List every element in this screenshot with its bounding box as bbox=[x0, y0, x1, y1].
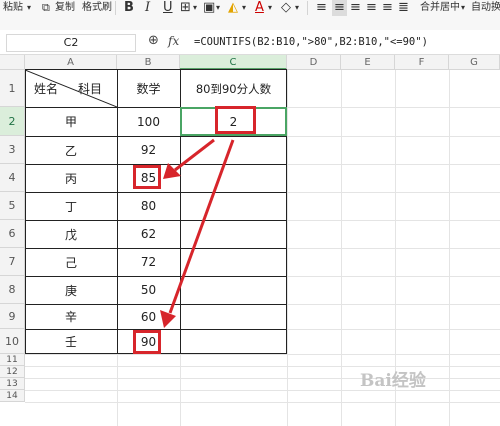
align-bottom-icon[interactable]: ≡ bbox=[350, 0, 361, 16]
font-color-icon[interactable]: A bbox=[255, 0, 264, 16]
toolbar-divider bbox=[115, 1, 116, 15]
border-icon[interactable]: ⊞ bbox=[180, 0, 191, 16]
zoom-icon[interactable]: ⊕ bbox=[148, 33, 159, 48]
chevron-down-icon[interactable]: ▾ bbox=[193, 0, 197, 16]
chevron-down-icon[interactable]: ▾ bbox=[242, 0, 246, 16]
chevron-down-icon[interactable]: ▾ bbox=[27, 0, 31, 16]
distribute-icon[interactable]: ≣ bbox=[398, 0, 409, 16]
auto-wrap-button[interactable]: 自动换 bbox=[471, 0, 500, 16]
chevron-down-icon[interactable]: ▾ bbox=[268, 0, 272, 16]
copy-icon[interactable]: ⧉ bbox=[42, 0, 50, 16]
cell-style-icon[interactable]: ▣ bbox=[203, 0, 215, 16]
align-center-icon[interactable]: ≡ bbox=[366, 0, 377, 16]
formula-input[interactable]: =COUNTIFS(B2:B10,">80",B2:B10,"<=90") bbox=[194, 34, 428, 50]
paste-button[interactable]: 粘贴 bbox=[3, 0, 23, 16]
arrow-head-icon bbox=[160, 310, 176, 328]
chevron-down-icon[interactable]: ▾ bbox=[216, 0, 220, 16]
toolbar-divider bbox=[307, 1, 308, 15]
bold-button[interactable]: B bbox=[124, 0, 134, 16]
format-painter-button[interactable]: 格式刷 bbox=[82, 0, 112, 16]
eraser-icon[interactable]: ◇ bbox=[281, 0, 291, 16]
formula-bar: C2 ⊕ fx =COUNTIFS(B2:B10,">80",B2:B10,"<… bbox=[0, 30, 500, 55]
align-middle-icon[interactable]: ≡ bbox=[332, 0, 347, 16]
italic-button[interactable]: I bbox=[145, 0, 150, 16]
merge-center-button[interactable]: 合并居中 bbox=[420, 0, 460, 16]
watermark: Bai经验 bbox=[360, 371, 426, 391]
chevron-down-icon[interactable]: ▾ bbox=[461, 0, 465, 16]
fill-color-icon[interactable]: ◭ bbox=[228, 0, 238, 16]
ribbon-toolbar: 粘贴 ▾ ⧉ 复制 格式刷 B I U ⊞ ▾ ▣ ▾ ◭ ▾ A ▾ ◇ ▾ … bbox=[0, 0, 500, 31]
name-box[interactable]: C2 bbox=[6, 34, 136, 52]
underline-button[interactable]: U bbox=[163, 0, 173, 16]
fx-icon[interactable]: fx bbox=[168, 34, 179, 48]
align-top-icon[interactable]: ≡ bbox=[316, 0, 327, 16]
arrow-head-icon bbox=[163, 163, 181, 179]
align-right-icon[interactable]: ≡ bbox=[382, 0, 393, 16]
copy-button[interactable]: 复制 bbox=[55, 0, 75, 16]
chevron-down-icon[interactable]: ▾ bbox=[295, 0, 299, 16]
